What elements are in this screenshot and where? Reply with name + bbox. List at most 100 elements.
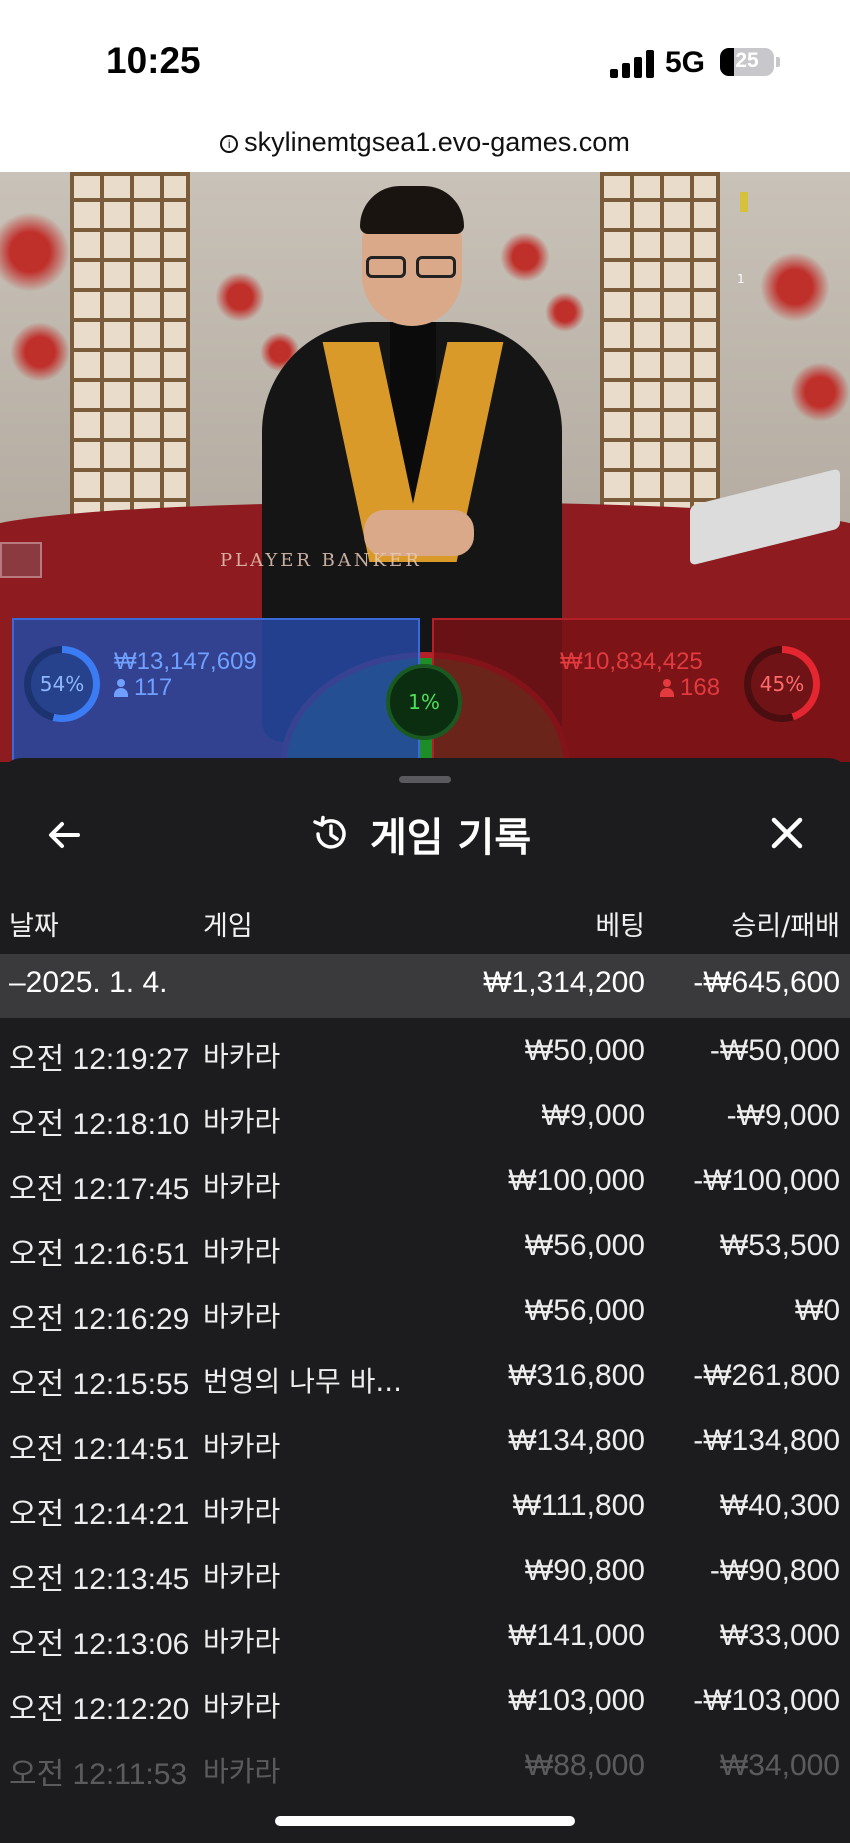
live-dealer-video[interactable]: 1 PLAYER BANKER 54% ₩13,147,609 117 1% ₩… bbox=[0, 172, 850, 762]
lattice-screen-left bbox=[70, 172, 190, 562]
row-bet: ₩56,000 bbox=[524, 1294, 645, 1327]
tie-percent: 1% bbox=[386, 664, 462, 740]
status-time: 10:25 bbox=[106, 40, 201, 81]
row-win-loss: ₩0 bbox=[795, 1294, 840, 1327]
player-percent-ring: 54% bbox=[24, 646, 100, 722]
row-win-loss: -₩261,800 bbox=[693, 1359, 840, 1392]
chip-tray bbox=[0, 542, 42, 578]
sheet-grabber[interactable] bbox=[399, 776, 451, 783]
row-game: 바카라 bbox=[203, 1560, 281, 1593]
close-icon bbox=[771, 817, 803, 849]
close-button[interactable] bbox=[762, 808, 812, 858]
history-row[interactable]: 오전 12:17:45 바카라 ₩100,000 -₩100,000 bbox=[0, 1150, 850, 1215]
row-time: 오전 12:14:51 bbox=[9, 1433, 190, 1466]
row-win-loss: ₩40,300 bbox=[719, 1489, 840, 1522]
history-icon bbox=[310, 813, 352, 855]
row-time: 오전 12:16:51 bbox=[9, 1238, 190, 1271]
date-summary-row[interactable]: –2025. 1. 4. ₩1,314,200 -₩645,600 bbox=[0, 954, 850, 1018]
row-bet: ₩9,000 bbox=[541, 1099, 645, 1132]
row-game: 바카라 bbox=[203, 1430, 281, 1463]
player-bet-total: ₩13,147,609 bbox=[114, 648, 257, 675]
network-type: 5G bbox=[665, 46, 706, 79]
row-game: 번영의 나무 바... bbox=[203, 1365, 403, 1398]
row-game: 바카라 bbox=[203, 1495, 281, 1528]
row-bet: ₩141,000 bbox=[508, 1619, 645, 1652]
home-indicator[interactable] bbox=[275, 1816, 575, 1826]
summary-win-loss: -₩645,600 bbox=[693, 966, 840, 999]
history-row[interactable]: 오전 12:16:29 바카라 ₩56,000 ₩0 bbox=[0, 1280, 850, 1345]
battery-level: 25 bbox=[735, 49, 759, 72]
arrow-left-icon bbox=[49, 822, 80, 848]
banker-percent-ring: 45% bbox=[744, 646, 820, 722]
row-win-loss: -₩100,000 bbox=[693, 1164, 840, 1197]
history-row[interactable]: 오전 12:14:51 바카라 ₩134,800 -₩134,800 bbox=[0, 1410, 850, 1475]
row-win-loss: -₩134,800 bbox=[693, 1424, 840, 1457]
url-bar[interactable]: i skylinemtgsea1.evo-games.com bbox=[0, 120, 850, 172]
cellular-signal-icon bbox=[610, 50, 654, 78]
info-icon[interactable]: i bbox=[220, 135, 239, 153]
row-game: 바카라 bbox=[203, 1170, 281, 1203]
status-bar: 10:25 5G 25 bbox=[0, 0, 850, 120]
row-win-loss: -₩90,800 bbox=[709, 1554, 840, 1587]
battery-icon: 25 bbox=[720, 48, 774, 76]
history-row[interactable]: 오전 12:14:21 바카라 ₩111,800 ₩40,300 bbox=[0, 1475, 850, 1540]
column-header-win-loss: 승리/패배 bbox=[731, 911, 840, 942]
row-win-loss: -₩9,000 bbox=[726, 1099, 840, 1132]
summary-date: –2025. 1. 4. bbox=[9, 966, 168, 999]
user-icon bbox=[114, 679, 128, 697]
player-count-value: 117 bbox=[134, 674, 173, 701]
table-label: PLAYER BANKER bbox=[220, 550, 422, 571]
row-game: 바카라 bbox=[203, 1300, 281, 1333]
row-bet: ₩134,800 bbox=[508, 1424, 645, 1457]
row-win-loss: ₩53,500 bbox=[719, 1229, 840, 1262]
banker-count: 168 bbox=[660, 674, 720, 702]
sheet-header: 게임 기록 bbox=[310, 806, 531, 862]
history-row[interactable]: 오전 12:13:45 바카라 ₩90,800 -₩90,800 bbox=[0, 1540, 850, 1605]
status-marker bbox=[740, 192, 748, 212]
row-time: 오전 12:15:55 bbox=[9, 1368, 190, 1401]
history-list: 오전 12:19:27 바카라 ₩50,000 -₩50,000 오전 12:18:10… bbox=[0, 1020, 850, 1800]
back-button[interactable] bbox=[40, 810, 90, 860]
row-win-loss: -₩50,000 bbox=[709, 1034, 840, 1067]
row-time: 오전 12:12:20 bbox=[9, 1693, 190, 1726]
row-bet: ₩90,800 bbox=[524, 1554, 645, 1587]
game-history-sheet: 게임 기록 날짜 게임 베팅 승리/패배 –2025. 1. 4. ₩1,314… bbox=[0, 758, 850, 1843]
row-bet: ₩111,800 bbox=[512, 1489, 645, 1522]
row-time: 오전 12:13:45 bbox=[9, 1563, 190, 1596]
row-game: 바카라 bbox=[203, 1625, 281, 1658]
history-row[interactable]: 오전 12:12:20 바카라 ₩103,000 -₩103,000 bbox=[0, 1670, 850, 1735]
column-header-game: 게임 bbox=[203, 911, 253, 942]
player-percent: 54% bbox=[31, 653, 93, 715]
column-header-bet: 베팅 bbox=[595, 911, 645, 942]
row-bet: ₩100,000 bbox=[508, 1164, 645, 1197]
row-time: 오전 12:19:27 bbox=[9, 1043, 190, 1076]
row-time: 오전 12:17:45 bbox=[9, 1173, 190, 1206]
player-count: 117 bbox=[114, 674, 172, 702]
marker-number: 1 bbox=[737, 272, 745, 286]
url-text: skylinemtgsea1.evo-games.com bbox=[244, 127, 630, 157]
row-bet: ₩316,800 bbox=[508, 1359, 645, 1392]
user-icon bbox=[660, 679, 674, 697]
row-bet: ₩50,000 bbox=[524, 1034, 645, 1067]
history-row[interactable]: 오전 12:19:27 바카라 ₩50,000 -₩50,000 bbox=[0, 1020, 850, 1085]
history-row[interactable]: 오전 12:18:10 바카라 ₩9,000 -₩9,000 bbox=[0, 1085, 850, 1150]
column-header-date: 날짜 bbox=[9, 911, 59, 942]
sheet-title: 게임 기록 bbox=[370, 815, 532, 861]
history-row[interactable]: 오전 12:13:06 바카라 ₩141,000 ₩33,000 bbox=[0, 1605, 850, 1670]
row-bet: ₩103,000 bbox=[508, 1684, 645, 1717]
row-bet: ₩56,000 bbox=[524, 1229, 645, 1262]
banker-count-value: 168 bbox=[680, 674, 721, 701]
row-bet: ₩88,000 bbox=[524, 1749, 645, 1782]
banker-percent: 45% bbox=[751, 653, 813, 715]
history-row[interactable]: 오전 12:11:53 바카라 ₩88,000 ₩34,000 bbox=[0, 1735, 850, 1800]
row-game: 바카라 bbox=[203, 1755, 281, 1788]
summary-bet: ₩1,314,200 bbox=[483, 966, 645, 999]
history-row[interactable]: 오전 12:16:51 바카라 ₩56,000 ₩53,500 bbox=[0, 1215, 850, 1280]
history-row[interactable]: 오전 12:15:55 번영의 나무 바... ₩316,800 -₩261,800 bbox=[0, 1345, 850, 1410]
banker-bet-total: ₩10,834,425 bbox=[560, 648, 703, 675]
row-win-loss: -₩103,000 bbox=[693, 1684, 840, 1717]
row-time: 오전 12:13:06 bbox=[9, 1628, 190, 1661]
row-time: 오전 12:18:10 bbox=[9, 1108, 190, 1141]
row-time: 오전 12:14:21 bbox=[9, 1498, 190, 1531]
row-game: 바카라 bbox=[203, 1235, 281, 1268]
